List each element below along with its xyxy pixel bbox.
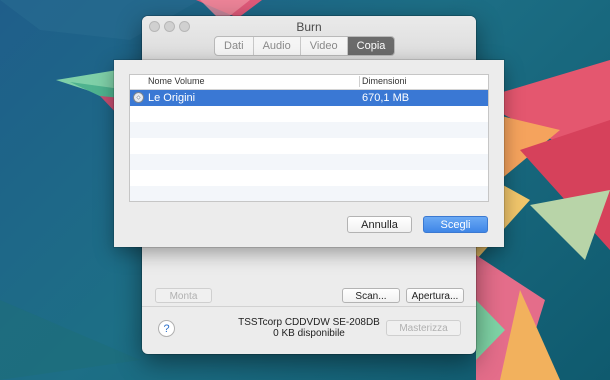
empty-row xyxy=(130,186,488,201)
empty-row xyxy=(130,106,488,122)
disc-icon xyxy=(133,92,144,103)
tab-dati[interactable]: Dati xyxy=(215,37,254,55)
empty-row xyxy=(130,138,488,154)
drive-free-space: 0 KB disponibile xyxy=(273,328,345,339)
volume-size: 670,1 MB xyxy=(362,92,410,104)
open-button[interactable]: Apertura... xyxy=(406,288,464,303)
choose-button[interactable]: Scegli xyxy=(423,216,488,233)
volume-name: Le Origini xyxy=(148,92,196,104)
column-header-name[interactable]: Nome Volume xyxy=(148,76,205,86)
column-header-size[interactable]: Dimensioni xyxy=(362,76,407,86)
volume-table: Nome Volume Dimensioni Le Origini 670,1 … xyxy=(129,74,489,202)
table-header: Nome Volume Dimensioni xyxy=(130,75,488,90)
tab-audio[interactable]: Audio xyxy=(254,37,301,55)
bottom-separator xyxy=(142,306,476,307)
empty-row xyxy=(130,154,488,170)
window-title: Burn xyxy=(296,20,322,34)
help-button[interactable]: ? xyxy=(158,320,175,337)
empty-row xyxy=(130,122,488,138)
burn-button[interactable]: Masterizza xyxy=(386,320,461,336)
tab-copia[interactable]: Copia xyxy=(347,37,395,55)
volume-selection-sheet: Nome Volume Dimensioni Le Origini 670,1 … xyxy=(114,60,504,247)
column-divider xyxy=(359,76,360,87)
mount-button[interactable]: Monta xyxy=(155,288,212,303)
mode-tabs: Dati Audio Video Copia xyxy=(214,36,396,56)
table-row[interactable]: Le Origini 670,1 MB xyxy=(130,90,488,106)
empty-row xyxy=(130,170,488,186)
cancel-button[interactable]: Annulla xyxy=(347,216,412,233)
drive-name: TSSTcorp CDDVDW SE-208DB xyxy=(238,317,380,328)
tab-video[interactable]: Video xyxy=(301,37,348,55)
scan-button[interactable]: Scan... xyxy=(342,288,400,303)
